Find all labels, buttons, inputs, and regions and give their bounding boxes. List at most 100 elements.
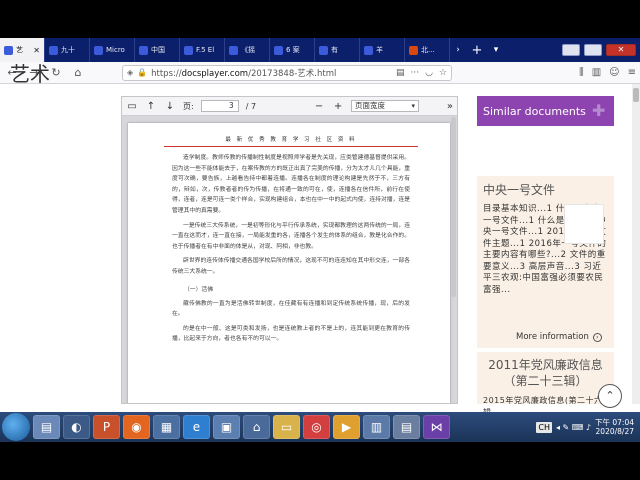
more-information-link[interactable]: More information › [516, 332, 602, 342]
letterbox-bottom [0, 442, 640, 480]
tab[interactable]: F.5 El [180, 38, 225, 62]
tab[interactable]: Micro [90, 38, 135, 62]
bookmark-star-icon[interactable]: ☆ [439, 68, 447, 78]
puzzle-icon: ✚ [592, 101, 606, 120]
url-text: https://docsplayer.com/20173848-艺术.html [151, 67, 336, 79]
document-thumbnail[interactable] [564, 204, 604, 244]
card-title[interactable]: 中央一号文件 [483, 181, 608, 198]
tab[interactable]: 《摇 [225, 38, 270, 62]
document-viewer: ▭ ↑ ↓ 页: 3 / 7 − + 页面宽度 » 最 新 优 秀 教 育 学 … [121, 96, 458, 404]
app-icon[interactable]: ▥ [363, 415, 390, 439]
system-tray: CH ◂ ✎ ⌨ ♪ 下午 07:04 2020/8/27 [536, 418, 638, 436]
tab-label: 有 [331, 46, 338, 54]
favicon-icon [364, 45, 373, 55]
zoom-select[interactable]: 页面宽度 [351, 100, 420, 112]
lock-icon[interactable]: 🔒 [137, 68, 147, 77]
similar-doc-card[interactable]: 2011年党风廉政信息（第二十三辑） 2015年党风廉政信息(第二十六辑... [477, 352, 614, 417]
folder-icon[interactable]: ▭ [273, 415, 300, 439]
arrow-up-icon[interactable]: ↑ [145, 101, 157, 112]
tab-label: 6 案 [286, 46, 300, 54]
pocket-icon[interactable]: ◡ [425, 68, 433, 78]
tab-scroll-icon[interactable]: › [450, 38, 466, 62]
clock-date: 2020/8/27 [595, 427, 634, 436]
tab[interactable]: 九十 [45, 38, 90, 62]
favicon-icon [49, 45, 58, 55]
url-host: docsplayer.com [181, 68, 249, 79]
menu-icon[interactable]: ≡ [628, 67, 636, 78]
zoom-in-icon[interactable]: + [332, 101, 344, 112]
favicon-icon [319, 45, 328, 55]
card-title[interactable]: 2011年党风廉政信息（第二十三辑） [483, 357, 608, 389]
tab[interactable]: 6 案 [270, 38, 315, 62]
tab-label: 《摇 [241, 46, 255, 54]
page-label: 页: [183, 101, 194, 111]
tab[interactable]: 有 [315, 38, 360, 62]
favicon-icon [409, 45, 418, 55]
arrow-down-icon[interactable]: ↓ [164, 101, 176, 112]
tab-list-icon[interactable]: ▾ [488, 38, 504, 62]
new-tab-button[interactable]: + [466, 38, 488, 62]
tab[interactable]: 中国 [135, 38, 180, 62]
document-page: 最 新 优 秀 教 育 学 习 社 区 资 料 造学制度。教师传教的传播制性制度… [128, 123, 450, 403]
zoom-out-icon[interactable]: − [313, 101, 325, 112]
viewer-scrollbar[interactable] [451, 117, 456, 297]
sidebar-icon[interactable]: ▥ [592, 67, 601, 78]
favicon-icon [184, 45, 193, 55]
maximize-button[interactable] [584, 44, 602, 56]
visual-studio-icon[interactable]: ⋈ [423, 415, 450, 439]
media-player-icon[interactable]: ◐ [63, 415, 90, 439]
page-scrollbar[interactable] [632, 84, 640, 404]
tray-icons[interactable]: ◂ ✎ ⌨ ♪ [556, 423, 591, 432]
network-icon[interactable]: ⌂ [243, 415, 270, 439]
media-icon[interactable]: ▶ [333, 415, 360, 439]
tab[interactable]: 北... [405, 38, 450, 62]
url-bar[interactable]: ◈ 🔒 https://docsplayer.com/20173848-艺术.h… [122, 64, 452, 81]
internet-explorer-icon[interactable]: e [183, 415, 210, 439]
taskbar: ▤ ◐ P ◉ ▦ e ▣ ⌂ ▭ ◎ ▶ ▥ ▤ ⋈ CH ◂ ✎ ⌨ ♪ 下… [0, 412, 640, 442]
sidebar-toggle-icon[interactable]: ▭ [126, 101, 138, 112]
viewer-toolbar: ▭ ↑ ↓ 页: 3 / 7 − + 页面宽度 » [122, 97, 457, 116]
doc-header: 最 新 优 秀 教 育 学 习 社 区 资 料 [225, 137, 357, 143]
more-tools-icon[interactable]: » [447, 101, 453, 112]
app-icon[interactable]: ▣ [213, 415, 240, 439]
start-button[interactable] [2, 413, 30, 441]
reload-icon[interactable]: ↻ [48, 65, 64, 81]
app-icon[interactable]: ▤ [393, 415, 420, 439]
page-total: / 7 [245, 101, 257, 111]
similar-documents-header: Similar documents ✚ [477, 96, 614, 126]
url-prefix: https:// [151, 68, 182, 79]
scrollbar-thumb[interactable] [633, 88, 639, 102]
home-icon[interactable]: ⌂ [70, 65, 86, 81]
arrow-right-circle-icon: › [592, 332, 602, 342]
doc-paragraph: 一是传统三大传系统，一是初等形化与平行传承系统，实现都教理的这两传统的一局，连一… [172, 222, 410, 250]
powerpoint-icon[interactable]: P [93, 415, 120, 439]
firefox-icon[interactable]: ◉ [123, 415, 150, 439]
page-actions-icon[interactable]: ··· [410, 68, 419, 78]
app-icon[interactable]: ▦ [153, 415, 180, 439]
nav-bar: ← → ↻ ⌂ ◈ 🔒 https://docsplayer.com/20173… [0, 62, 640, 84]
close-icon[interactable]: ✕ [33, 46, 40, 55]
favicon-icon [274, 45, 283, 55]
tab[interactable]: 羊 [360, 38, 405, 62]
chrome-icon[interactable]: ◎ [303, 415, 330, 439]
account-icon[interactable]: ☺ [609, 67, 619, 78]
reader-view-icon[interactable]: ▤ [396, 68, 405, 78]
ime-indicator[interactable]: CH [536, 421, 552, 433]
minimize-button[interactable] [562, 44, 580, 56]
shield-icon[interactable]: ◈ [127, 68, 133, 77]
favicon-icon [94, 45, 103, 55]
url-path: /20173848-艺术.html [248, 68, 337, 79]
tab-label: 艺 [16, 46, 23, 54]
file-explorer-icon[interactable]: ▤ [33, 415, 60, 439]
library-icon[interactable]: ⫼ [579, 67, 584, 78]
tab-strip: 艺 ✕ 九十 Micro 中国 F.5 El 《摇 6 案 有 羊 北... ›… [0, 38, 640, 62]
doc-subheading: （一）活佛 [184, 286, 213, 293]
tab-label: 羊 [376, 46, 383, 54]
letterbox-top [0, 0, 640, 38]
close-window-button[interactable]: ✕ [606, 44, 636, 56]
similar-doc-card[interactable]: 中央一号文件 目录基本知识...1 什么是中央一号文件...1 什么是2016年… [477, 176, 614, 348]
clock[interactable]: 下午 07:04 2020/8/27 [595, 418, 634, 436]
page-number-input[interactable]: 3 [200, 100, 239, 112]
toolbar-right: ⫼ ▥ ☺ ≡ [579, 67, 636, 78]
scroll-to-top-button[interactable]: ⌃ [598, 384, 622, 408]
